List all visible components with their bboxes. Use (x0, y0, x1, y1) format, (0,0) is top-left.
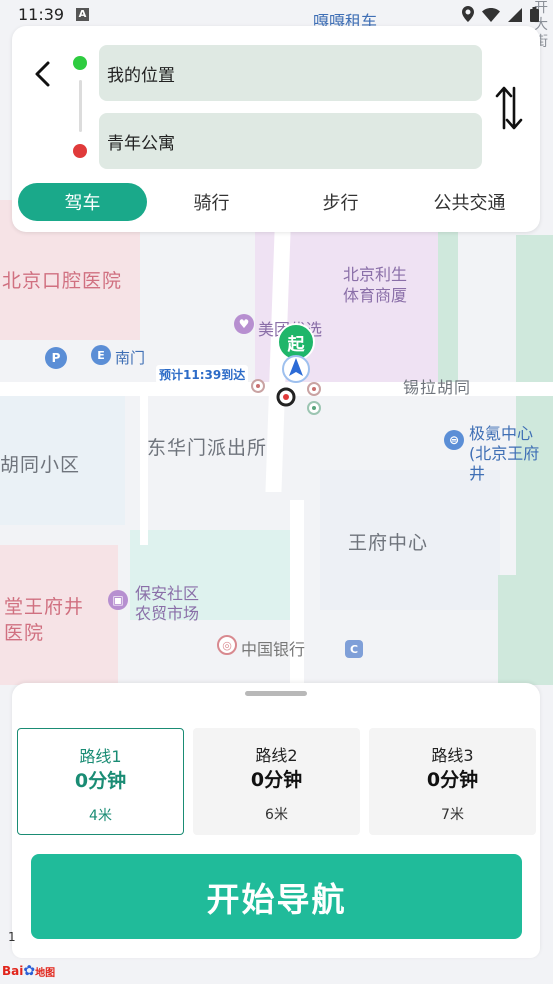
route-distance: 4米 (89, 808, 112, 824)
map-label-jike: 极氪中心 (北京王府井 (469, 424, 540, 483)
eta-label: 预计11:39到达 (156, 365, 249, 384)
c-icon[interactable]: C (345, 640, 363, 658)
meituan-icon[interactable]: ♥ (234, 314, 254, 334)
tab-walking[interactable]: 步行 (276, 183, 405, 221)
map-road-side (140, 395, 148, 545)
map-scale: 1 (8, 930, 16, 944)
tab-driving[interactable]: 驾车 (18, 183, 147, 221)
logo-text: Bai (2, 964, 24, 978)
bank-icon[interactable]: ◎ (217, 635, 237, 655)
to-location-field[interactable]: 青年公寓 (99, 113, 482, 169)
tab-cycling[interactable]: 骑行 (147, 183, 276, 221)
map-label-lisheng: 北京利生 体育商厦 (342, 265, 407, 305)
signal-icon (508, 7, 522, 26)
map-label-baoan: 保安社区 农贸市场 (135, 584, 200, 623)
back-button[interactable] (28, 56, 56, 92)
map-label-south-gate: 南门 (115, 349, 146, 367)
route-time: 0分钟 (74, 770, 127, 792)
map-label-hutong-district: 胡同小区 (0, 454, 81, 476)
start-navigation-button[interactable]: 开始导航 (31, 854, 522, 939)
route-time: 0分钟 (426, 769, 479, 791)
paw-icon: ✿ (23, 963, 36, 979)
route-name: 路线1 (79, 747, 122, 766)
map-label-boc: 中国银行 (241, 640, 306, 659)
route-option-3[interactable]: 路线3 0分钟 7米 (369, 728, 536, 835)
route-node-icon (250, 378, 266, 394)
swap-arrows-icon (495, 86, 523, 130)
from-location-field[interactable]: 我的位置 (99, 45, 482, 101)
map-label-wangfu-center: 王府中心 (348, 532, 429, 554)
notification-icon: A (76, 8, 89, 21)
end-marker-icon[interactable] (276, 386, 296, 408)
route-options: 路线1 0分钟 4米 路线2 0分钟 6米 路线3 0分钟 7米 (17, 728, 537, 835)
map-label-donghuamen: 东华门派出所 (147, 437, 268, 459)
route-option-2[interactable]: 路线2 0分钟 6米 (193, 728, 360, 835)
route-time: 0分钟 (250, 769, 303, 791)
battery-icon (530, 6, 539, 26)
wifi-icon (482, 7, 500, 26)
route-connector-line (79, 80, 82, 132)
route-distance: 7米 (441, 807, 464, 823)
south-gate-icon[interactable]: E (91, 345, 111, 365)
map-green-strip-1 (438, 232, 458, 382)
baidu-map-logo: Bai ✿ 地图 (2, 962, 55, 980)
sheet-drag-handle[interactable] (245, 691, 307, 696)
start-dot-icon (73, 56, 87, 70)
map-label-tang-wangfujing: 堂王府井 医院 (4, 596, 85, 644)
location-icon (462, 6, 474, 26)
route-name: 路线3 (431, 746, 474, 765)
market-icon[interactable]: ▣ (108, 590, 128, 610)
traffic-light-icon (305, 380, 323, 416)
end-dot-icon (73, 144, 87, 158)
map-road-vertical-2 (290, 500, 304, 690)
map-green-strip-3 (498, 575, 553, 685)
logo-suffix: 地图 (35, 967, 56, 979)
map-label-dental-hospital: 北京口腔医院 (2, 270, 123, 292)
map-green-strip-2 (516, 235, 553, 595)
jike-car-icon[interactable]: ⊜ (444, 430, 464, 450)
back-arrow-icon (35, 61, 50, 87)
status-time: 11:39 (18, 5, 65, 24)
map-label-xila-hutong: 锡拉胡同 (403, 378, 472, 397)
route-options-sheet: 路线1 0分钟 4米 路线2 0分钟 6米 路线3 0分钟 7米 开始导航 (12, 683, 540, 958)
tab-public-transit[interactable]: 公共交通 (405, 183, 534, 221)
parking-icon[interactable]: P (45, 347, 67, 369)
route-option-1[interactable]: 路线1 0分钟 4米 (17, 728, 184, 835)
route-name: 路线2 (255, 746, 298, 765)
route-planner-card: 我的位置 青年公寓 驾车 骑行 步行 公共交通 (12, 26, 540, 232)
swap-locations-button[interactable] (490, 84, 528, 132)
travel-mode-tabs: 驾车 骑行 步行 公共交通 (18, 183, 534, 221)
route-distance: 6米 (265, 807, 288, 823)
